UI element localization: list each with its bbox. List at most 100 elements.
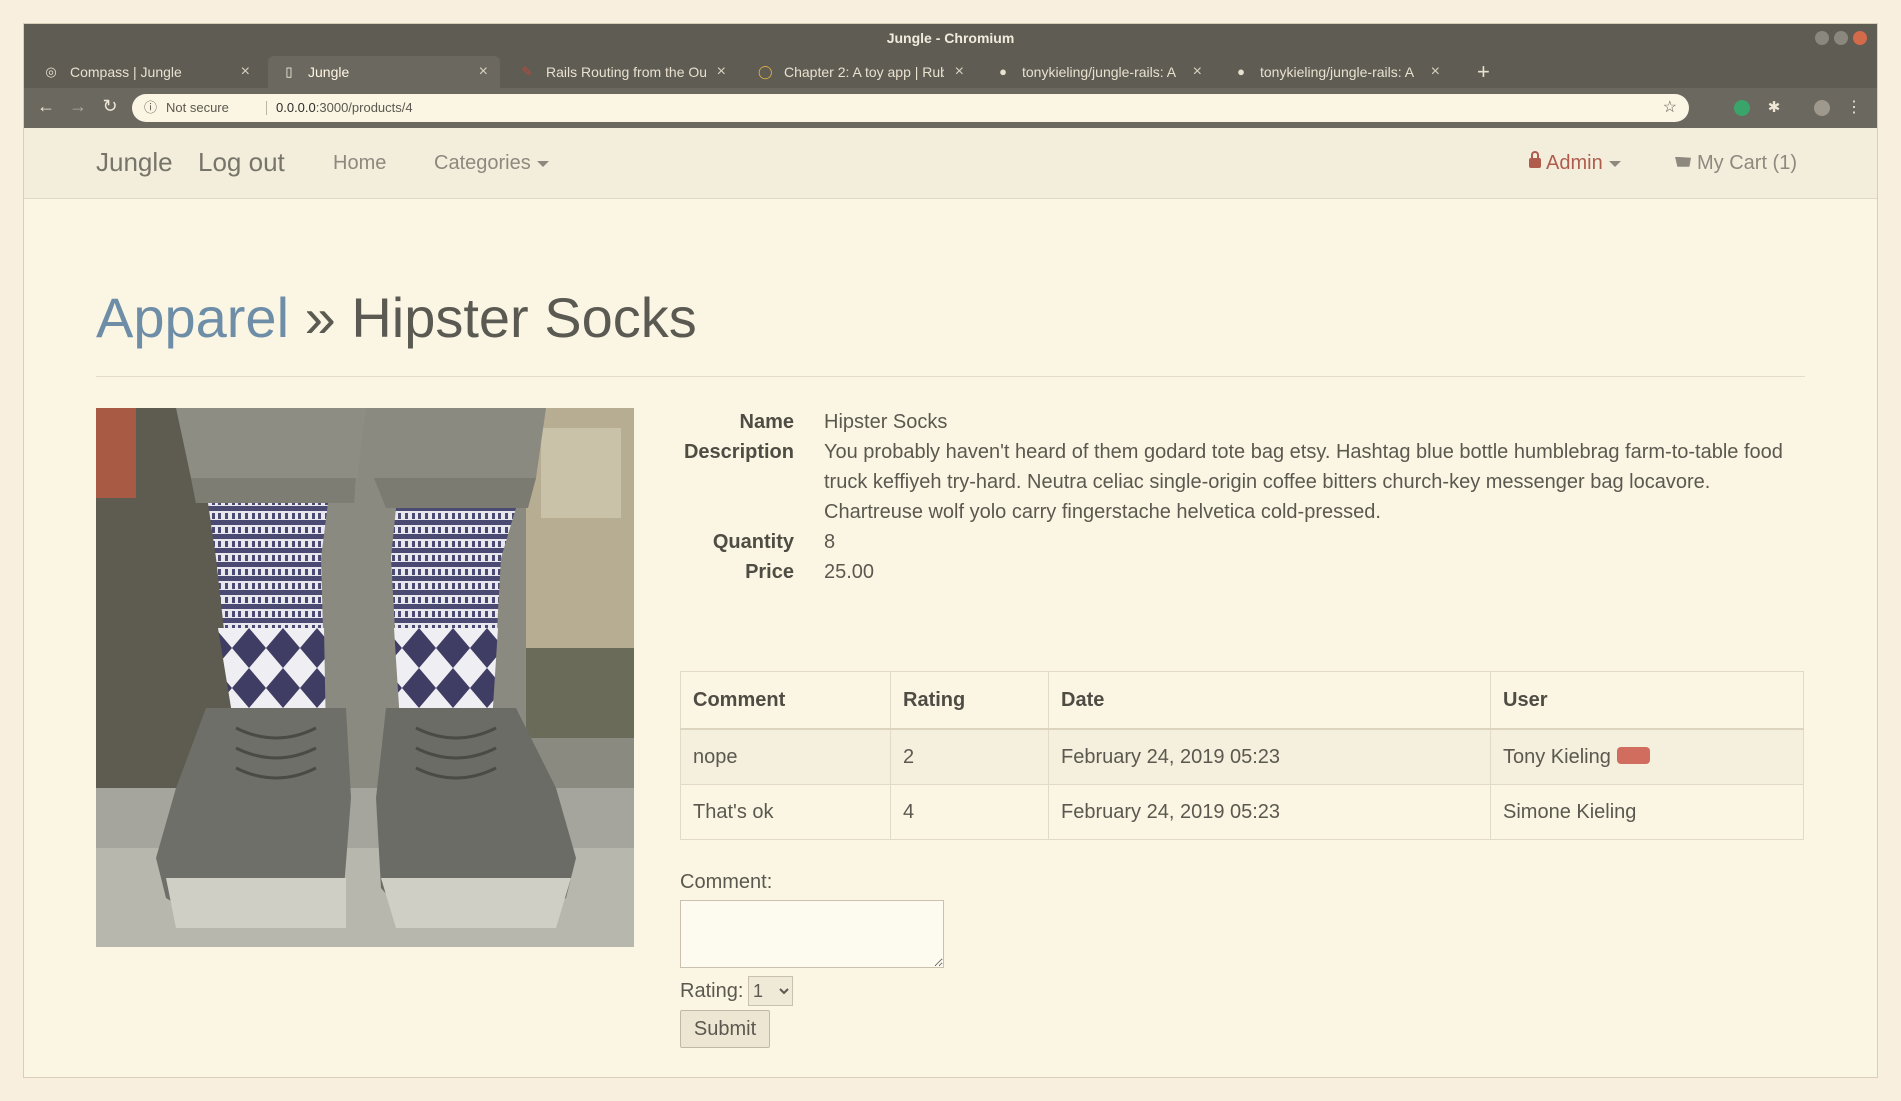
review-rating: 4 bbox=[890, 784, 1049, 840]
extension-green-icon[interactable] bbox=[1734, 100, 1750, 116]
url-text[interactable]: 0.0.0.0:3000/products/4 bbox=[276, 94, 413, 122]
lock-icon bbox=[1529, 150, 1541, 168]
page-content: Jungle Log out Home Categories Admin My … bbox=[24, 128, 1877, 1077]
close-tab-icon[interactable]: × bbox=[241, 56, 250, 88]
close-tab-icon[interactable]: × bbox=[1193, 56, 1202, 88]
review-user: Tony Kieling bbox=[1503, 745, 1611, 768]
submit-button[interactable]: Submit bbox=[680, 1010, 770, 1048]
logout-link[interactable]: Log out bbox=[198, 147, 285, 178]
review-rating: 2 bbox=[890, 728, 1049, 785]
tab-compass[interactable]: ◎ Compass | Jungle × bbox=[30, 56, 262, 88]
window-title: Jungle - Chromium bbox=[886, 30, 1015, 46]
cart-link[interactable]: My Cart (1) bbox=[1675, 152, 1797, 175]
detail-row-description: Description You probably haven't heard o… bbox=[584, 437, 1814, 527]
book-icon: ◯ bbox=[758, 64, 773, 79]
tab-label: Compass | Jungle bbox=[70, 64, 182, 80]
description-value: You probably haven't heard of them godar… bbox=[824, 441, 1783, 523]
back-icon[interactable]: ← bbox=[34, 96, 58, 117]
tab-label: tonykieling/jungle-rails: A bbox=[1022, 64, 1177, 80]
comment-label: Comment: bbox=[680, 871, 773, 893]
review-date: February 24, 2019 05:23 bbox=[1048, 784, 1491, 840]
quantity-value: 8 bbox=[824, 531, 836, 553]
address-bar[interactable]: ⓘ Not secure 0.0.0.0:3000/products/4 ☆ bbox=[132, 94, 1689, 122]
review-comment: nope bbox=[680, 728, 891, 785]
review-user: Simone Kieling bbox=[1490, 784, 1804, 840]
quantity-label: Quantity bbox=[712, 531, 794, 553]
close-window-icon[interactable] bbox=[1853, 31, 1867, 45]
window-controls bbox=[1815, 31, 1867, 45]
profile-avatar-icon[interactable] bbox=[1814, 100, 1830, 116]
detail-row-name: Name Hipster Socks bbox=[584, 407, 1814, 437]
github-icon: ● bbox=[1237, 64, 1245, 79]
tab-github-1[interactable]: ● tonykieling/jungle-rails: A × bbox=[982, 56, 1214, 88]
column-header-comment: Comment bbox=[680, 671, 891, 730]
rails-icon: ✎ bbox=[521, 64, 533, 79]
browser-window: Jungle - Chromium ◎ Compass | Jungle × ▯… bbox=[24, 24, 1877, 1077]
name-label: Name bbox=[739, 411, 794, 433]
minimize-icon[interactable] bbox=[1815, 31, 1829, 45]
column-header-rating: Rating bbox=[890, 671, 1049, 730]
product-details: Name Hipster Socks Description You proba… bbox=[584, 407, 1814, 587]
detail-row-quantity: Quantity 8 bbox=[584, 527, 1814, 557]
close-tab-icon[interactable]: × bbox=[717, 56, 726, 88]
rating-label: Rating: bbox=[680, 980, 744, 1002]
admin-dropdown[interactable]: Admin bbox=[1529, 150, 1621, 175]
info-icon[interactable]: ⓘ bbox=[144, 94, 157, 122]
close-tab-icon[interactable]: × bbox=[479, 56, 488, 88]
rating-select[interactable]: 1 bbox=[748, 976, 793, 1006]
reviews-table: Comment Rating Date User nope 2 February… bbox=[680, 671, 1804, 840]
url-host: 0.0.0.0 bbox=[276, 100, 316, 115]
home-link[interactable]: Home bbox=[333, 152, 386, 175]
table-row: nope 2 February 24, 2019 05:23 Tony Kiel… bbox=[680, 728, 1804, 785]
column-header-user: User bbox=[1490, 671, 1804, 730]
page-icon: ▯ bbox=[285, 64, 293, 79]
cart-icon bbox=[1675, 156, 1691, 167]
name-value: Hipster Socks bbox=[824, 411, 948, 433]
chevron-down-icon bbox=[1608, 160, 1621, 167]
url-path: :3000/products/4 bbox=[315, 100, 413, 115]
page-title: Apparel » Hipster Socks bbox=[96, 285, 697, 350]
tab-label: Jungle bbox=[308, 64, 350, 80]
tab-label: Rails Routing from the Ou bbox=[546, 64, 706, 80]
address-divider bbox=[266, 101, 267, 115]
categories-label: Categories bbox=[434, 152, 531, 174]
tab-label: tonykieling/jungle-rails: A bbox=[1260, 64, 1415, 80]
brand-link[interactable]: Jungle bbox=[96, 147, 173, 178]
browser-toolbar: ← → ↻ ⓘ Not secure 0.0.0.0:3000/products… bbox=[24, 88, 1877, 128]
tab-toy-app[interactable]: ◯ Chapter 2: A toy app | Rub × bbox=[744, 56, 976, 88]
maximize-icon[interactable] bbox=[1834, 31, 1848, 45]
column-header-date: Date bbox=[1048, 671, 1491, 730]
tab-strip: ◎ Compass | Jungle × ▯ Jungle × ✎ Rails … bbox=[24, 52, 1877, 88]
reload-icon[interactable]: ↻ bbox=[98, 96, 122, 117]
cart-label: My Cart (1) bbox=[1697, 152, 1797, 174]
review-comment: That's ok bbox=[680, 784, 891, 840]
table-row: That's ok 4 February 24, 2019 05:23 Simo… bbox=[680, 784, 1804, 840]
product-title: Hipster Socks bbox=[351, 286, 697, 349]
tab-github-2[interactable]: ● tonykieling/jungle-rails: A × bbox=[1220, 56, 1452, 88]
delete-review-button[interactable] bbox=[1616, 746, 1650, 764]
breadcrumb-separator: » bbox=[304, 286, 336, 349]
new-tab-button[interactable]: + bbox=[1477, 56, 1490, 88]
forward-icon[interactable]: → bbox=[66, 96, 90, 117]
tab-rails-routing[interactable]: ✎ Rails Routing from the Ou × bbox=[506, 56, 738, 88]
table-header-row: Comment Rating Date User bbox=[680, 671, 1804, 730]
bookmark-star-icon[interactable]: ☆ bbox=[1663, 94, 1677, 122]
tab-label: Chapter 2: A toy app | Rub bbox=[784, 64, 944, 80]
description-label: Description bbox=[683, 441, 794, 463]
menu-kebab-icon[interactable]: ⋮ bbox=[1846, 100, 1862, 116]
close-tab-icon[interactable]: × bbox=[955, 56, 964, 88]
product-image bbox=[96, 408, 634, 947]
price-value: 25.00 bbox=[824, 561, 875, 583]
category-link[interactable]: Apparel bbox=[96, 286, 289, 349]
window-titlebar: Jungle - Chromium bbox=[24, 24, 1877, 52]
compass-icon: ◎ bbox=[45, 64, 57, 79]
review-user-cell: Tony Kieling bbox=[1490, 728, 1804, 785]
tab-jungle[interactable]: ▯ Jungle × bbox=[268, 56, 500, 88]
close-tab-icon[interactable]: × bbox=[1431, 56, 1440, 88]
comment-textarea[interactable] bbox=[680, 900, 944, 968]
categories-dropdown[interactable]: Categories bbox=[434, 152, 549, 175]
review-date: February 24, 2019 05:23 bbox=[1048, 728, 1491, 785]
price-label: Price bbox=[745, 561, 794, 583]
extension-gear-icon[interactable]: ✱ bbox=[1766, 100, 1782, 116]
detail-row-price: Price 25.00 bbox=[584, 557, 1814, 587]
